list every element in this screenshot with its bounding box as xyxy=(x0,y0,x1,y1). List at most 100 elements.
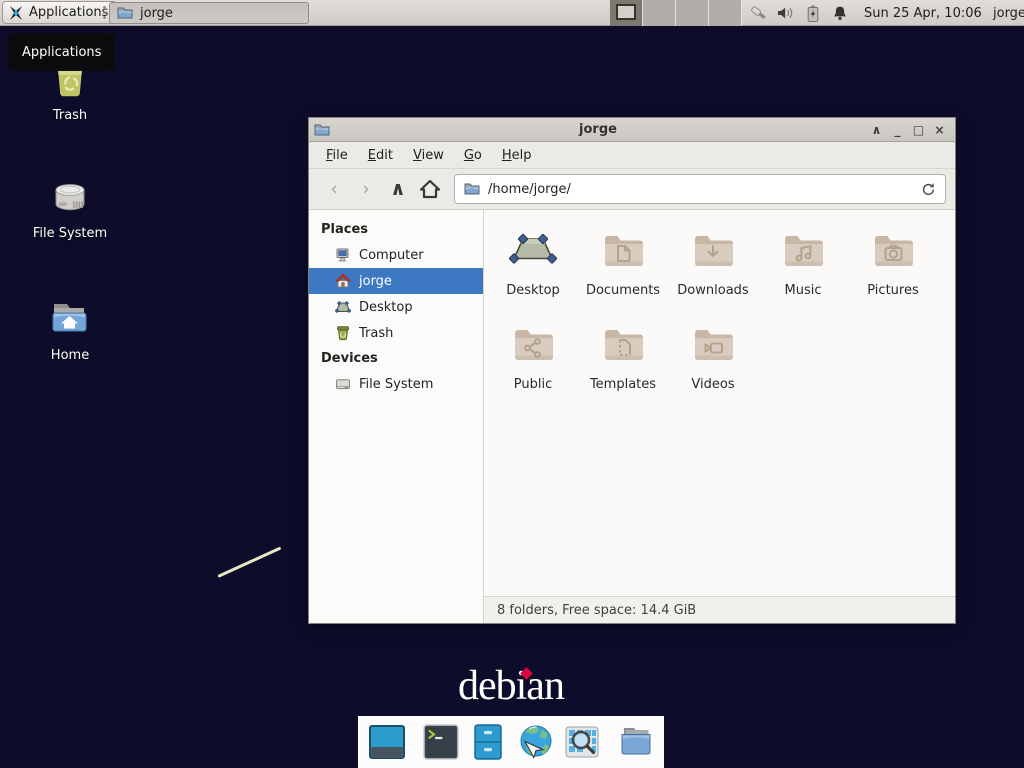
applications-menu-icon xyxy=(8,5,24,21)
dock-file-cabinet-button[interactable] xyxy=(468,722,508,762)
menu-go[interactable]: Go xyxy=(454,144,492,167)
desktop-artifact-line xyxy=(217,547,281,578)
workspace-switcher[interactable] xyxy=(610,0,742,26)
sidebar-item-label: jorge xyxy=(359,274,392,289)
panel-separator-handle-icon xyxy=(102,5,107,21)
titlebar[interactable]: jorge ∧ _ □ × xyxy=(309,118,955,142)
home-icon xyxy=(419,179,441,199)
file-item-label: Public xyxy=(514,377,552,392)
window-content: Places Computer xyxy=(309,210,955,623)
hard-drive-small-icon xyxy=(335,376,351,392)
desktop-icon-label: Home xyxy=(51,348,89,363)
workspace-2[interactable] xyxy=(643,0,676,26)
web-browser-globe-icon xyxy=(515,722,555,762)
file-item-public[interactable]: Public xyxy=(488,320,578,414)
shade-button[interactable]: ∧ xyxy=(866,123,887,137)
menu-file[interactable]: File xyxy=(316,144,358,167)
workspace-4[interactable] xyxy=(709,0,742,26)
file-item-desktop[interactable]: Desktop xyxy=(488,226,578,320)
downloads-folder-icon xyxy=(689,226,737,274)
pictures-folder-icon xyxy=(869,226,917,274)
desktop-icon-label: Trash xyxy=(53,108,87,123)
window-folder-icon xyxy=(314,122,330,138)
home-button[interactable] xyxy=(414,174,446,204)
system-tray xyxy=(750,0,849,26)
folder-icon xyxy=(117,5,133,21)
menu-edit[interactable]: Edit xyxy=(358,144,403,167)
desktop-icon-home[interactable]: Home xyxy=(20,296,120,363)
templates-folder-icon xyxy=(599,320,647,368)
file-manager-window: jorge ∧ _ □ × File Edit View Go Help ‹ ›… xyxy=(308,117,956,624)
file-item-templates[interactable]: Templates xyxy=(578,320,668,414)
location-folder-icon xyxy=(464,181,480,197)
volume-icon[interactable] xyxy=(777,4,795,22)
dock-web-browser-button[interactable] xyxy=(515,722,555,762)
debian-wordmark: debian xyxy=(458,663,564,709)
taskbar-item-jorge[interactable]: jorge xyxy=(109,2,309,24)
file-item-label: Desktop xyxy=(506,283,560,298)
public-folder-icon xyxy=(509,320,557,368)
documents-folder-icon xyxy=(599,226,647,274)
sidebar-header-devices: Devices xyxy=(309,346,483,371)
notifications-icon[interactable] xyxy=(831,4,849,22)
file-item-label: Pictures xyxy=(867,283,918,298)
sidebar-item-jorge[interactable]: jorge xyxy=(309,268,483,294)
user-home-icon xyxy=(335,273,351,289)
sidebar-item-computer[interactable]: Computer xyxy=(309,242,483,268)
file-item-label: Documents xyxy=(586,283,660,298)
main-pane: Desktop Documents xyxy=(484,210,955,623)
top-panel: Applications jorge xyxy=(0,0,1024,26)
file-view[interactable]: Desktop Documents xyxy=(484,210,955,596)
status-bar: 8 folders, Free space: 14.4 GiB xyxy=(484,596,955,623)
dock-file-manager-button[interactable] xyxy=(616,722,656,762)
file-item-label: Templates xyxy=(590,377,656,392)
file-item-music[interactable]: Music xyxy=(758,226,848,320)
dock-app-finder-button[interactable] xyxy=(562,722,602,762)
file-item-pictures[interactable]: Pictures xyxy=(848,226,938,320)
panel-clock[interactable]: Sun 25 Apr, 10:06 xyxy=(864,0,982,26)
dock-terminal-button[interactable] xyxy=(421,722,461,762)
workspace-1[interactable] xyxy=(610,0,643,26)
forward-button[interactable]: › xyxy=(350,174,382,204)
reload-button[interactable] xyxy=(921,182,936,197)
close-button[interactable]: × xyxy=(929,123,950,137)
desktop-icon xyxy=(335,299,351,315)
back-button[interactable]: ‹ xyxy=(318,174,350,204)
minimize-button[interactable]: _ xyxy=(887,123,908,137)
reload-icon xyxy=(921,182,936,197)
hard-drive-icon xyxy=(46,174,94,222)
location-text[interactable]: /home/jorge/ xyxy=(488,182,571,197)
panel-username: jorge xyxy=(993,0,1024,26)
sidebar-item-file-system[interactable]: File System xyxy=(309,371,483,397)
menu-bar: File Edit View Go Help xyxy=(309,142,955,169)
battery-icon[interactable] xyxy=(804,4,822,22)
computer-icon xyxy=(335,247,351,263)
window-title: jorge xyxy=(330,122,866,137)
file-item-documents[interactable]: Documents xyxy=(578,226,668,320)
workspace-window-miniature xyxy=(616,4,636,20)
desktop-icon-file-system[interactable]: File System xyxy=(20,174,120,241)
dock-show-desktop-button[interactable] xyxy=(367,722,407,762)
file-item-downloads[interactable]: Downloads xyxy=(668,226,758,320)
sidebar-item-label: Computer xyxy=(359,248,424,263)
sidebar-item-trash[interactable]: Trash xyxy=(309,320,483,346)
file-item-label: Videos xyxy=(691,377,734,392)
menu-help[interactable]: Help xyxy=(492,144,542,167)
applications-menu-button[interactable]: Applications xyxy=(2,1,117,24)
file-item-label: Downloads xyxy=(677,283,748,298)
workspace-3[interactable] xyxy=(676,0,709,26)
file-item-videos[interactable]: Videos xyxy=(668,320,758,414)
maximize-button[interactable]: □ xyxy=(908,123,929,137)
videos-folder-icon xyxy=(689,320,737,368)
status-text: 8 folders, Free space: 14.4 GiB xyxy=(497,603,696,618)
applications-tooltip-text: Applications xyxy=(22,45,101,60)
up-button[interactable]: ∧ xyxy=(382,174,414,204)
show-desktop-icon xyxy=(367,722,407,762)
menu-view[interactable]: View xyxy=(403,144,454,167)
desktop: { "colors": { "desktop_background": "#0d… xyxy=(0,0,1024,768)
file-item-label: Music xyxy=(785,283,822,298)
debian-wallpaper-logo: debian xyxy=(458,662,564,710)
sidebar-item-desktop[interactable]: Desktop xyxy=(309,294,483,320)
location-bar[interactable]: /home/jorge/ xyxy=(454,174,946,204)
input-device-icon[interactable] xyxy=(750,4,768,22)
